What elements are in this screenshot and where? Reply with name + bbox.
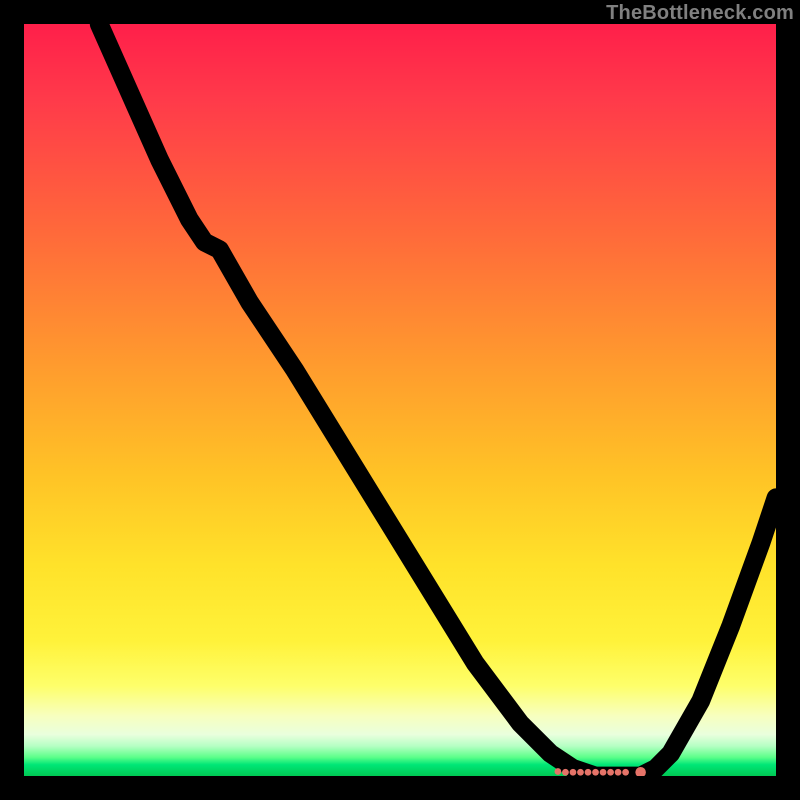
marker-dot xyxy=(577,769,584,776)
marker-dot xyxy=(622,769,629,776)
chart-frame: TheBottleneck.com xyxy=(0,0,800,800)
marker-dot xyxy=(555,768,562,775)
plot-area xyxy=(24,24,776,776)
marker-dot xyxy=(562,769,569,776)
marker-dot xyxy=(570,769,577,776)
watermark-text: TheBottleneck.com xyxy=(606,2,794,25)
marker-dot xyxy=(592,769,599,776)
marker-dot xyxy=(600,769,607,776)
bottleneck-curve xyxy=(24,24,776,776)
marker-dot xyxy=(607,769,614,776)
marker-dot xyxy=(615,769,622,776)
curve-path xyxy=(99,24,776,776)
marker-dot xyxy=(585,769,592,776)
